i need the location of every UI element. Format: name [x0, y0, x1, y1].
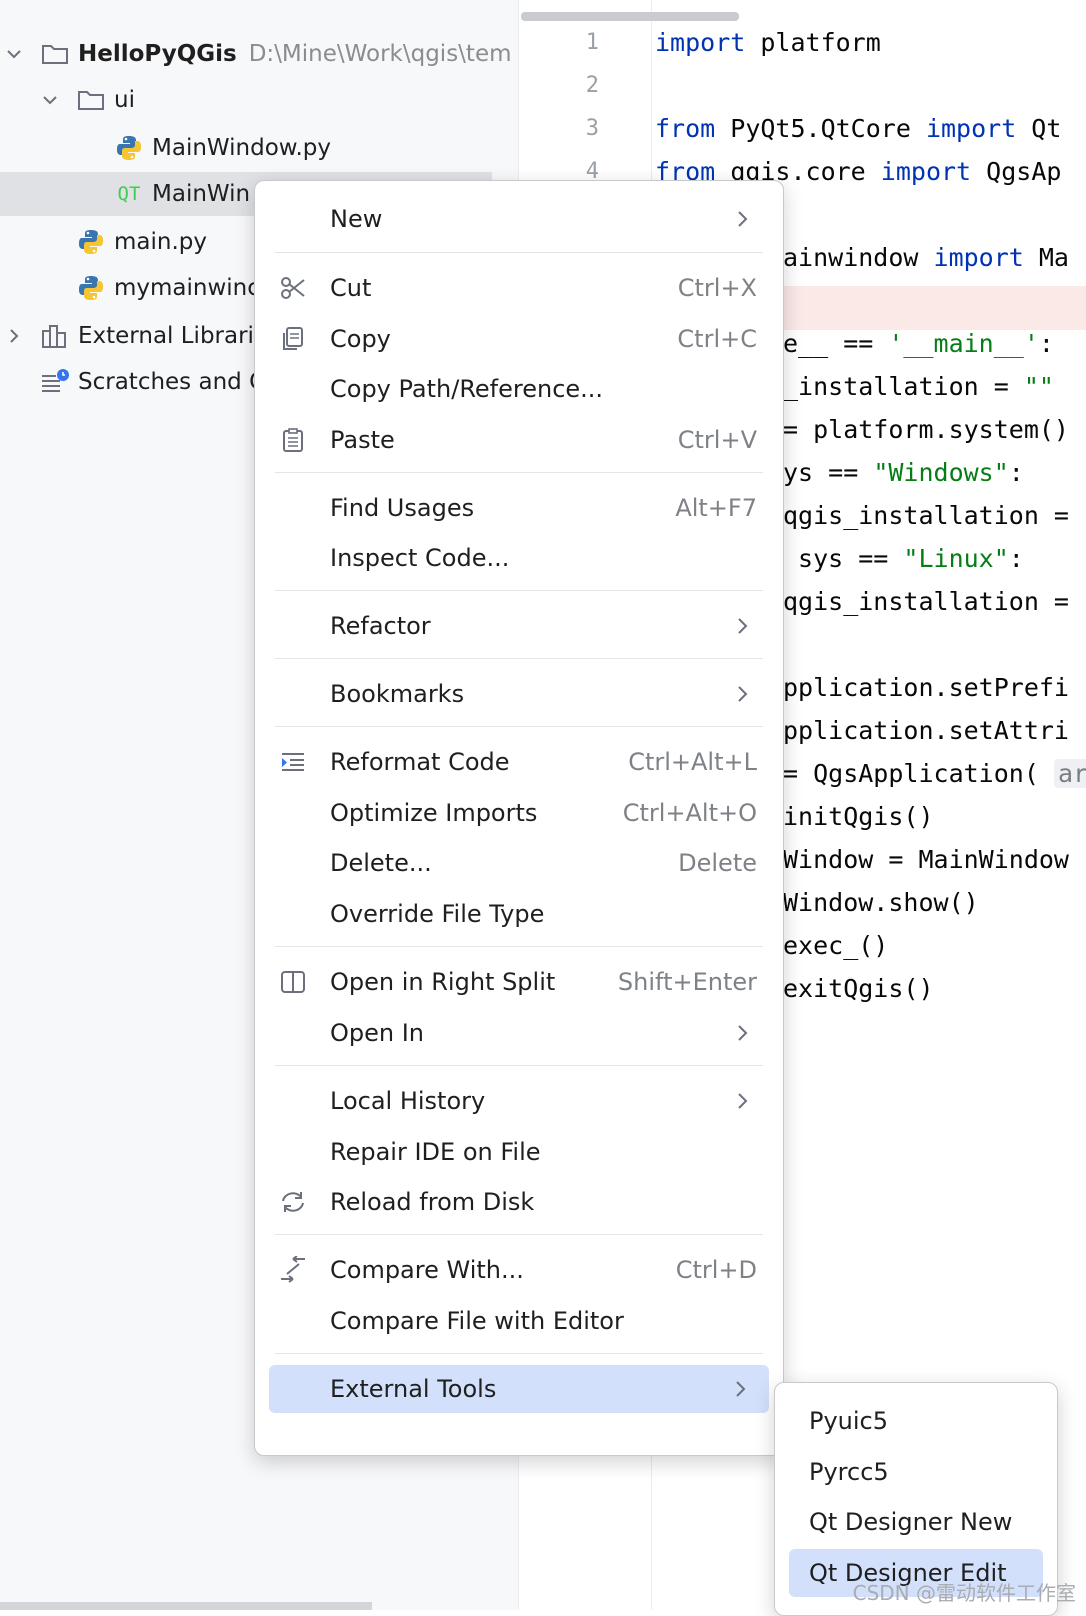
code-line: initQgis(): [783, 802, 934, 831]
scratches-icon: [40, 367, 70, 397]
horizontal-scrollbar[interactable]: [0, 1602, 372, 1610]
parameter-hint: ar: [1053, 759, 1086, 788]
code-line: Window = MainWindow: [783, 845, 1069, 874]
menu-item-reload-disk[interactable]: Reload from Disk: [267, 1178, 771, 1226]
chevron-right-icon: [738, 211, 748, 227]
folder-icon: [40, 39, 70, 69]
menu-item-local-history[interactable]: Local History: [267, 1077, 771, 1125]
menu-item-override-file-type[interactable]: Override File Type: [267, 890, 771, 938]
code-line: exec_(): [783, 931, 889, 960]
menu-item-optimize-imports[interactable]: Optimize Imports Ctrl+Alt+O: [267, 789, 771, 837]
copy-icon: [279, 325, 307, 353]
menu-separator: [275, 252, 763, 253]
code-line: sys == "Linux":: [783, 544, 1024, 573]
code-line: Window.show(): [783, 888, 979, 917]
chevron-right-icon: [738, 1025, 748, 1041]
tree-label: Scratches and C: [78, 369, 266, 395]
menu-item-delete[interactable]: Delete... Delete: [267, 839, 771, 887]
python-file-icon: [76, 227, 106, 257]
menu-item-copy[interactable]: Copy Ctrl+C: [267, 315, 771, 363]
tree-item-mainwindow-py[interactable]: MainWindow.py: [0, 126, 518, 170]
menu-separator: [275, 1065, 763, 1066]
menu-item-external-tools[interactable]: External Tools: [269, 1365, 769, 1413]
menu-separator: [275, 590, 763, 591]
menu-item-open-right-split[interactable]: Open in Right Split Shift+Enter: [267, 958, 771, 1006]
chevron-right-icon: [736, 1381, 746, 1397]
code-line: = QgsApplication( ar: [783, 759, 1086, 788]
python-file-icon: [76, 273, 106, 303]
menu-item-repair-ide[interactable]: Repair IDE on File: [267, 1128, 771, 1176]
menu-item-compare-with[interactable]: Compare With... Ctrl+D: [267, 1246, 771, 1294]
menu-item-compare-editor[interactable]: Compare File with Editor: [267, 1297, 771, 1345]
submenu-item-qt-designer-new[interactable]: Qt Designer New: [789, 1498, 1043, 1546]
context-menu: New Cut Ctrl+X Copy Ctrl+C Copy Path/Ref…: [254, 180, 784, 1456]
menu-separator: [275, 472, 763, 473]
menu-item-open-in[interactable]: Open In: [267, 1009, 771, 1057]
code-line: ainwindow import Ma: [783, 243, 1069, 272]
menu-item-inspect-code[interactable]: Inspect Code...: [267, 534, 771, 582]
menu-item-paste[interactable]: Paste Ctrl+V: [267, 416, 771, 464]
menu-item-refactor[interactable]: Refactor: [267, 602, 771, 650]
code-line: e__ == '__main__':: [783, 329, 1054, 358]
folder-icon: [76, 85, 106, 115]
chevron-right-icon[interactable]: [2, 324, 26, 348]
menu-separator: [275, 658, 763, 659]
menu-item-reformat-code[interactable]: Reformat Code Ctrl+Alt+L: [267, 738, 771, 786]
project-path: D:\Mine\Work\qgis\tem: [248, 41, 512, 67]
code-line: exitQgis(): [783, 974, 934, 1003]
code-line: import platform: [655, 28, 881, 57]
line-number: 3: [585, 116, 599, 141]
code-line: ys == "Windows":: [783, 458, 1024, 487]
compare-icon: [279, 1256, 307, 1284]
editor-scrollbar[interactable]: [521, 12, 739, 21]
menu-item-new[interactable]: New: [267, 195, 771, 243]
menu-item-copy-path[interactable]: Copy Path/Reference...: [267, 365, 771, 413]
menu-separator: [275, 726, 763, 727]
project-name: HelloPyQGis: [78, 41, 237, 67]
library-icon: [40, 321, 70, 351]
tree-item-project[interactable]: HelloPyQGis D:\Mine\Work\qgis\tem: [0, 32, 518, 76]
qt-file-icon: QT: [117, 183, 141, 205]
menu-separator: [275, 1353, 763, 1354]
chevron-down-icon[interactable]: [38, 88, 62, 112]
tree-label: External Librarie: [78, 323, 269, 349]
tree-item-ui-folder[interactable]: ui: [0, 78, 518, 122]
menu-separator: [275, 1234, 763, 1235]
submenu-item-pyuic5[interactable]: Pyuic5: [789, 1397, 1043, 1445]
reformat-icon: [279, 748, 307, 776]
code-line: = platform.system(): [783, 415, 1069, 444]
menu-separator: [275, 946, 763, 947]
clipboard-icon: [279, 426, 307, 454]
submenu-item-pyrcc5[interactable]: Pyrcc5: [789, 1448, 1043, 1496]
file-label: MainWindow.py: [152, 135, 332, 161]
chevron-right-icon: [738, 686, 748, 702]
code-line: qgis_installation =: [783, 501, 1069, 530]
chevron-right-icon: [738, 618, 748, 634]
menu-item-find-usages[interactable]: Find Usages Alt+F7: [267, 484, 771, 532]
code-line: pplication.setAttri: [783, 716, 1069, 745]
chevron-down-icon[interactable]: [2, 42, 26, 66]
line-number: 1: [585, 30, 599, 55]
menu-item-bookmarks[interactable]: Bookmarks: [267, 670, 771, 718]
code-line: pplication.setPrefi: [783, 673, 1069, 702]
scissors-icon: [279, 274, 307, 302]
file-label: main.py: [114, 229, 207, 255]
menu-item-cut[interactable]: Cut Ctrl+X: [267, 264, 771, 312]
line-number: 2: [585, 73, 599, 98]
chevron-right-icon: [738, 1093, 748, 1109]
code-line: _installation = "": [783, 372, 1054, 401]
file-label: mymainwinc: [114, 275, 260, 301]
code-line: qgis_installation =: [783, 587, 1069, 616]
watermark: CSDN @雷动软件工作室: [852, 1581, 1076, 1605]
file-label: MainWin: [152, 181, 251, 207]
python-file-icon: [114, 133, 144, 163]
reload-icon: [279, 1188, 307, 1216]
split-icon: [279, 968, 307, 996]
code-line: from PyQt5.QtCore import Qt: [655, 114, 1062, 143]
folder-label: ui: [114, 87, 135, 113]
